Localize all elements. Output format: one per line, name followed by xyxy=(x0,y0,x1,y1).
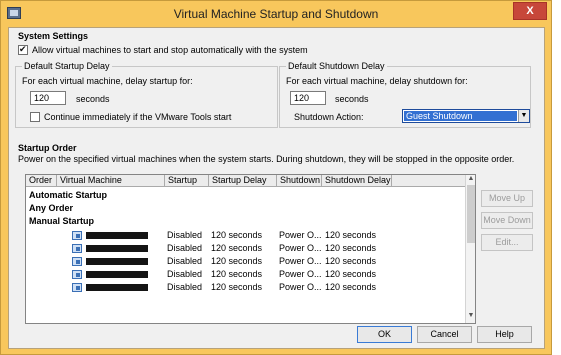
dialog-body: System Settings Allow virtual machines t… xyxy=(8,27,545,349)
chevron-down-icon[interactable]: ▼ xyxy=(518,110,529,122)
shutdown-action-select[interactable]: Guest Shutdown ▼ xyxy=(402,109,530,123)
startup-order-description: Power on the specified virtual machines … xyxy=(18,154,515,164)
startup-delay-unit: seconds xyxy=(76,94,110,104)
row-startup: Disabled xyxy=(167,282,203,292)
row-startup: Disabled xyxy=(167,243,203,253)
row-shutdown: Power O... xyxy=(279,269,322,279)
shutdown-delay-group-label: Default Shutdown Delay xyxy=(286,61,387,71)
virtual-machine-icon xyxy=(72,244,82,253)
help-button[interactable]: Help xyxy=(477,326,532,343)
table-row[interactable]: Disabled 120 seconds Power O... 120 seco… xyxy=(26,255,465,268)
edit-button[interactable]: Edit... xyxy=(481,234,533,251)
scroll-up-icon[interactable]: ▲ xyxy=(466,175,475,182)
row-startup-delay: 120 seconds xyxy=(211,269,263,279)
virtual-machine-icon xyxy=(72,270,82,279)
virtual-machine-icon xyxy=(72,283,82,292)
column-shutdown[interactable]: Shutdown xyxy=(277,175,322,187)
group-any-order[interactable]: Any Order xyxy=(26,202,465,215)
shutdown-action-label: Shutdown Action: xyxy=(294,112,364,122)
column-virtual-machine[interactable]: Virtual Machine xyxy=(57,175,165,187)
startup-delay-description: For each virtual machine, delay startup … xyxy=(22,76,193,86)
allow-auto-label: Allow virtual machines to start and stop… xyxy=(32,45,308,55)
group-manual-startup[interactable]: Manual Startup xyxy=(26,215,465,228)
table-row[interactable]: Disabled 120 seconds Power O... 120 seco… xyxy=(26,229,465,242)
row-shutdown: Power O... xyxy=(279,282,322,292)
row-startup-delay: 120 seconds xyxy=(211,282,263,292)
window-title: Virtual Machine Startup and Shutdown xyxy=(173,7,379,21)
title-bar[interactable]: Virtual Machine Startup and Shutdown X xyxy=(1,1,551,27)
row-startup: Disabled xyxy=(167,269,203,279)
table-scrollbar[interactable]: ▲ ▼ xyxy=(465,175,475,323)
move-down-button[interactable]: Move Down xyxy=(481,212,533,229)
shutdown-delay-group: Default Shutdown Delay For each virtual … xyxy=(279,61,531,128)
startup-delay-group: Default Startup Delay For each virtual m… xyxy=(15,61,278,128)
row-shutdown-delay: 120 seconds xyxy=(325,243,377,253)
startup-shutdown-window: Virtual Machine Startup and Shutdown X S… xyxy=(0,0,552,355)
continue-immediately-row[interactable]: Continue immediately if the VMware Tools… xyxy=(30,112,231,122)
redacted-vm-name xyxy=(86,245,148,252)
ok-button[interactable]: OK xyxy=(357,326,412,343)
row-startup: Disabled xyxy=(167,256,203,266)
shutdown-action-value: Guest Shutdown xyxy=(404,111,517,121)
row-shutdown-delay: 120 seconds xyxy=(325,269,377,279)
shutdown-delay-unit: seconds xyxy=(335,94,369,104)
virtual-machine-icon xyxy=(72,231,82,240)
row-shutdown: Power O... xyxy=(279,243,322,253)
table-row[interactable]: Disabled 120 seconds Power O... 120 seco… xyxy=(26,281,465,294)
table-row[interactable]: Disabled 120 seconds Power O... 120 seco… xyxy=(26,242,465,255)
table-header: Order Virtual Machine Startup Startup De… xyxy=(26,175,465,187)
column-order[interactable]: Order xyxy=(26,175,57,187)
row-startup-delay: 120 seconds xyxy=(211,230,263,240)
shutdown-delay-description: For each virtual machine, delay shutdown… xyxy=(286,76,468,86)
startup-delay-input[interactable]: 120 xyxy=(30,91,66,105)
column-startup-delay[interactable]: Startup Delay xyxy=(209,175,277,187)
continue-immediately-checkbox[interactable] xyxy=(30,112,40,122)
cancel-button[interactable]: Cancel xyxy=(417,326,472,343)
shutdown-delay-input[interactable]: 120 xyxy=(290,91,326,105)
redacted-vm-name xyxy=(86,258,148,265)
group-automatic-startup[interactable]: Automatic Startup xyxy=(26,189,465,202)
column-startup[interactable]: Startup xyxy=(165,175,209,187)
virtual-machine-icon xyxy=(72,257,82,266)
startup-order-table[interactable]: Order Virtual Machine Startup Startup De… xyxy=(25,174,476,324)
startup-order-heading: Startup Order xyxy=(18,143,77,153)
row-shutdown: Power O... xyxy=(279,230,322,240)
row-startup: Disabled xyxy=(167,230,203,240)
row-shutdown-delay: 120 seconds xyxy=(325,230,377,240)
move-up-button[interactable]: Move Up xyxy=(481,190,533,207)
row-shutdown-delay: 120 seconds xyxy=(325,282,377,292)
column-shutdown-delay[interactable]: Shutdown Delay xyxy=(322,175,392,187)
redacted-vm-name xyxy=(86,284,148,291)
row-shutdown-delay: 120 seconds xyxy=(325,256,377,266)
allow-auto-row[interactable]: Allow virtual machines to start and stop… xyxy=(18,43,308,55)
row-startup-delay: 120 seconds xyxy=(211,256,263,266)
system-settings-heading: System Settings xyxy=(18,31,89,41)
allow-auto-checkbox[interactable] xyxy=(18,43,28,55)
redacted-vm-name xyxy=(86,271,148,278)
row-shutdown: Power O... xyxy=(279,256,322,266)
table-row[interactable]: Disabled 120 seconds Power O... 120 seco… xyxy=(26,268,465,281)
scroll-down-icon[interactable]: ▼ xyxy=(466,312,475,319)
startup-delay-group-label: Default Startup Delay xyxy=(22,61,112,71)
scrollbar-thumb[interactable] xyxy=(467,185,475,243)
continue-immediately-label: Continue immediately if the VMware Tools… xyxy=(44,112,232,122)
close-button[interactable]: X xyxy=(513,2,547,20)
redacted-vm-name xyxy=(86,232,148,239)
row-startup-delay: 120 seconds xyxy=(211,243,263,253)
